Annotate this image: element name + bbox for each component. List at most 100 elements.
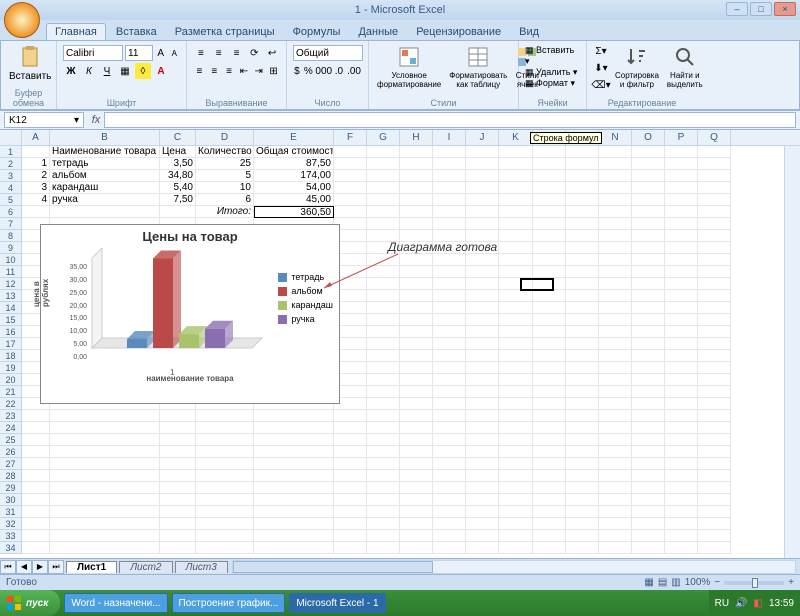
language-indicator[interactable]: RU xyxy=(715,598,729,609)
cell[interactable]: 360,50 xyxy=(254,206,334,218)
cell[interactable] xyxy=(433,494,466,506)
comma-icon[interactable]: 000 xyxy=(316,63,332,79)
row-header[interactable]: 28 xyxy=(0,470,22,482)
cell[interactable] xyxy=(400,482,433,494)
bold-button[interactable]: Ж xyxy=(63,63,79,79)
cell[interactable] xyxy=(400,278,433,290)
cell[interactable] xyxy=(566,182,599,194)
cell[interactable] xyxy=(196,494,254,506)
cell[interactable] xyxy=(196,506,254,518)
cells-format-button[interactable]: ▦ Формат ▾ xyxy=(525,78,580,89)
cell[interactable] xyxy=(499,230,533,242)
cell[interactable] xyxy=(698,422,731,434)
prev-sheet-button[interactable]: ◀ xyxy=(16,560,32,574)
tab-review[interactable]: Рецензирование xyxy=(408,24,509,40)
cell[interactable] xyxy=(499,182,533,194)
row-header[interactable]: 33 xyxy=(0,530,22,542)
cell[interactable] xyxy=(160,206,196,218)
row-header[interactable]: 1 xyxy=(0,146,22,158)
cell[interactable]: 34,80 xyxy=(160,170,196,182)
cell[interactable]: Наименование товара xyxy=(50,146,160,158)
italic-button[interactable]: К xyxy=(81,63,97,79)
cell[interactable] xyxy=(665,158,698,170)
cell[interactable] xyxy=(665,182,698,194)
col-header[interactable]: P xyxy=(665,130,698,145)
cell[interactable] xyxy=(665,482,698,494)
cell[interactable] xyxy=(334,434,367,446)
sheet-tab-1[interactable]: Лист1 xyxy=(66,561,117,573)
last-sheet-button[interactable]: ⏭ xyxy=(48,560,64,574)
cell[interactable] xyxy=(196,446,254,458)
cell[interactable] xyxy=(533,182,566,194)
sheet-tab-3[interactable]: Лист3 xyxy=(175,561,228,573)
worksheet[interactable]: Строка формул A B C D E F G H I J K L M … xyxy=(0,130,800,558)
cell[interactable] xyxy=(196,470,254,482)
cell[interactable] xyxy=(533,230,566,242)
cell[interactable] xyxy=(499,506,533,518)
cell[interactable] xyxy=(466,290,499,302)
currency-icon[interactable]: $ xyxy=(293,63,301,79)
clear-icon[interactable]: ⌫▾ xyxy=(593,77,609,93)
cell[interactable] xyxy=(632,494,665,506)
cell[interactable] xyxy=(499,242,533,254)
cell[interactable] xyxy=(466,146,499,158)
zoom-in-button[interactable]: + xyxy=(788,577,794,588)
col-header[interactable]: C xyxy=(160,130,196,145)
cell[interactable] xyxy=(400,494,433,506)
cell[interactable] xyxy=(599,302,632,314)
cell[interactable] xyxy=(698,194,731,206)
cell[interactable] xyxy=(599,146,632,158)
shrink-font-icon[interactable]: A xyxy=(169,45,181,61)
cell[interactable] xyxy=(533,398,566,410)
cell[interactable] xyxy=(533,518,566,530)
align-top-icon[interactable]: ≡ xyxy=(193,45,209,61)
cell[interactable] xyxy=(599,158,632,170)
cell[interactable] xyxy=(566,542,599,554)
cell[interactable] xyxy=(367,446,400,458)
next-sheet-button[interactable]: ▶ xyxy=(32,560,48,574)
cell[interactable] xyxy=(698,254,731,266)
cell[interactable] xyxy=(533,362,566,374)
cell[interactable] xyxy=(334,158,367,170)
cell[interactable] xyxy=(196,482,254,494)
cell[interactable] xyxy=(499,458,533,470)
cell[interactable] xyxy=(367,422,400,434)
cell[interactable] xyxy=(466,350,499,362)
row-header[interactable]: 27 xyxy=(0,458,22,470)
cell[interactable] xyxy=(367,350,400,362)
tab-data[interactable]: Данные xyxy=(350,24,406,40)
row-header[interactable]: 6 xyxy=(0,206,22,218)
format-as-table-button[interactable]: Форматировать как таблицу xyxy=(447,43,509,91)
cell[interactable] xyxy=(400,374,433,386)
cell[interactable] xyxy=(367,158,400,170)
cell[interactable] xyxy=(22,410,50,422)
cell[interactable] xyxy=(698,362,731,374)
cell[interactable] xyxy=(599,338,632,350)
row-header[interactable]: 10 xyxy=(0,254,22,266)
cell[interactable] xyxy=(533,326,566,338)
cell[interactable] xyxy=(466,482,499,494)
cell[interactable] xyxy=(632,230,665,242)
cell[interactable] xyxy=(698,494,731,506)
cell[interactable] xyxy=(22,542,50,554)
cell[interactable] xyxy=(367,194,400,206)
cell[interactable] xyxy=(433,518,466,530)
cell[interactable] xyxy=(665,146,698,158)
cell[interactable] xyxy=(466,374,499,386)
row-header[interactable]: 16 xyxy=(0,326,22,338)
cell[interactable] xyxy=(599,398,632,410)
grow-font-icon[interactable]: A xyxy=(155,45,167,61)
col-header[interactable]: A xyxy=(22,130,50,145)
cell[interactable] xyxy=(632,194,665,206)
cell[interactable] xyxy=(50,410,160,422)
cell[interactable] xyxy=(499,398,533,410)
cell[interactable] xyxy=(433,374,466,386)
cell[interactable]: 174,00 xyxy=(254,170,334,182)
cell[interactable] xyxy=(466,326,499,338)
row-header[interactable]: 8 xyxy=(0,230,22,242)
cell[interactable] xyxy=(599,422,632,434)
cell[interactable] xyxy=(50,470,160,482)
cell[interactable] xyxy=(196,458,254,470)
cell[interactable] xyxy=(698,542,731,554)
cell[interactable] xyxy=(367,530,400,542)
